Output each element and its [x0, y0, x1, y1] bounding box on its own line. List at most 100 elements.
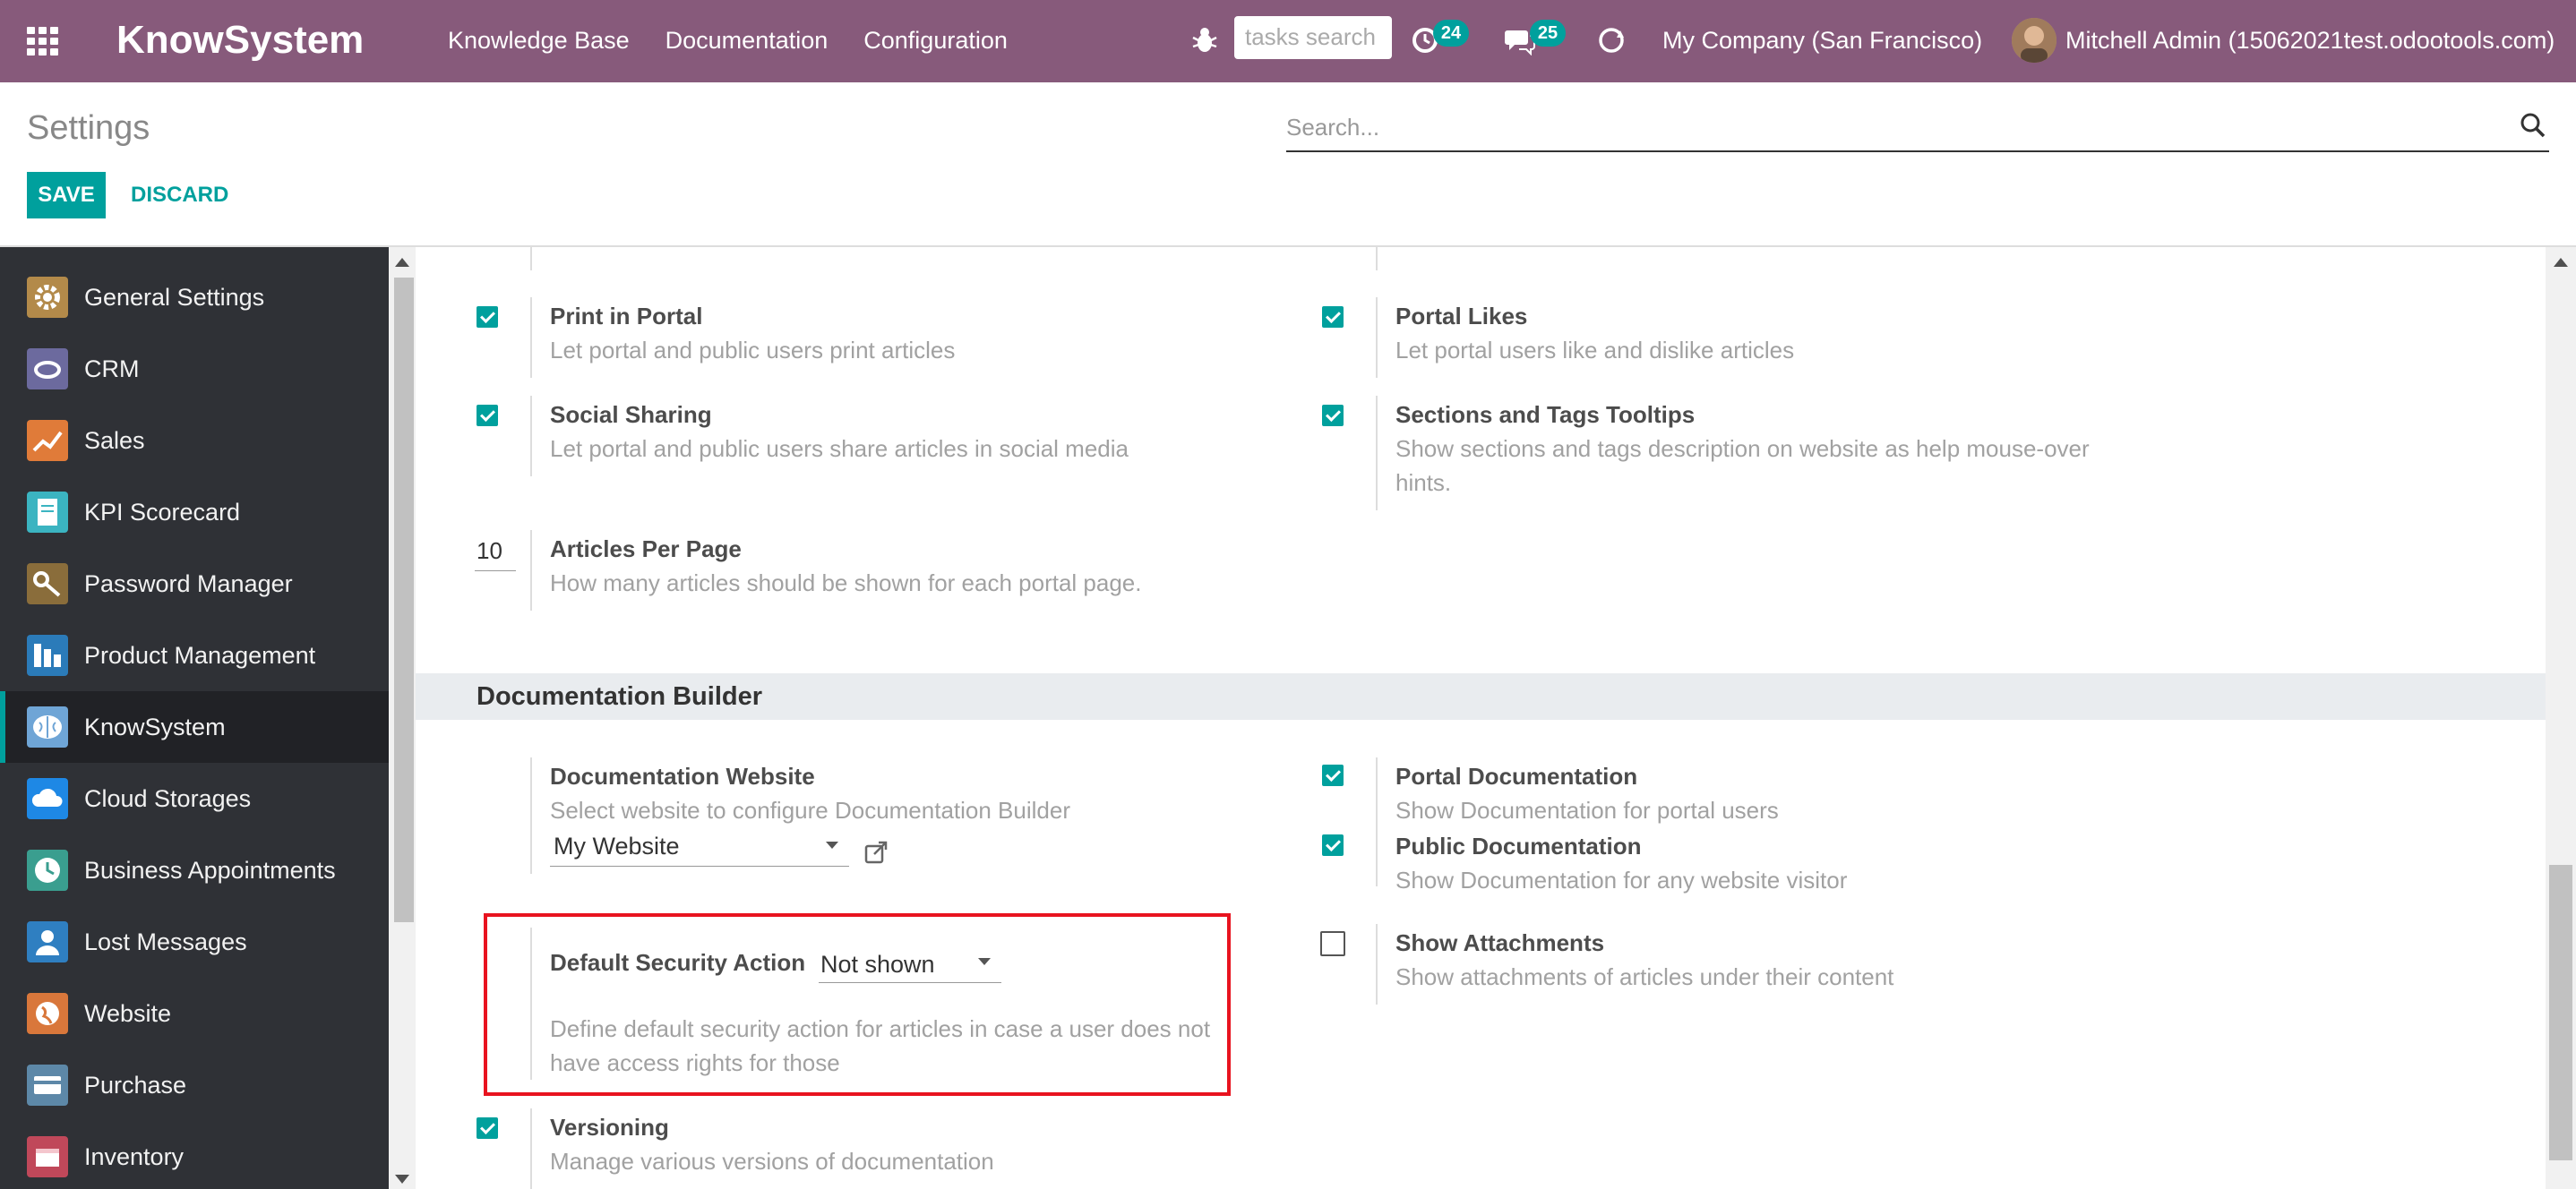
setting-divider [1376, 924, 1378, 1005]
doc-website-select[interactable]: My Website [550, 829, 849, 867]
search-icon[interactable] [2519, 111, 2547, 140]
setting-divider [530, 1108, 532, 1189]
sidebar-item-label: Website [84, 999, 172, 1027]
versioning-checkbox[interactable] [477, 1117, 498, 1139]
bug-icon[interactable] [1191, 25, 1218, 56]
page-title: Settings [27, 109, 150, 147]
portal-likes-title: Portal Likes [1395, 303, 1528, 329]
sidebar-item-label: KnowSystem [84, 713, 226, 740]
menu-knowledge-base[interactable]: Knowledge Base [448, 27, 630, 55]
settings-sidebar: General Settings CRM Sales KPI Scorecard… [0, 247, 389, 1189]
sidebar-item-password-manager[interactable]: Password Manager [0, 548, 389, 620]
external-link-icon[interactable] [863, 840, 889, 865]
attachments-desc: Show attachments of articles under their… [1395, 963, 1894, 990]
versioning-desc: Manage various versions of documentation [550, 1148, 994, 1175]
articles-per-page-title: Articles Per Page [550, 535, 742, 562]
discard-button[interactable]: DISCARD [131, 172, 228, 218]
sidebar-item-general-settings[interactable]: General Settings [0, 261, 389, 333]
sidebar-item-label: General Settings [84, 283, 265, 311]
portal-likes-desc: Let portal users like and dislike articl… [1395, 337, 1795, 364]
print-portal-checkbox[interactable] [477, 306, 498, 328]
product-icon [27, 635, 68, 676]
chevron-down-icon [826, 842, 838, 849]
sidebar-item-label: Business Appointments [84, 856, 336, 884]
sidebar-item-inventory[interactable]: Inventory [0, 1121, 389, 1189]
security-action-desc-line2: have access rights for those [550, 1049, 840, 1076]
sidebar-item-label: Product Management [84, 641, 316, 669]
chevron-down-icon [978, 958, 991, 965]
social-sharing-title: Social Sharing [550, 401, 712, 428]
sidebar-item-business-appointments[interactable]: Business Appointments [0, 834, 389, 906]
setting-divider [1376, 396, 1378, 510]
brain-icon [27, 706, 68, 748]
sidebar-item-label: Cloud Storages [84, 784, 252, 812]
key-icon [27, 563, 68, 604]
setting-divider [530, 757, 532, 874]
company-switcher[interactable]: My Company (San Francisco) [1662, 27, 1982, 55]
sidebar-item-cloud-storages[interactable]: Cloud Storages [0, 763, 389, 834]
security-action-desc-line1: Define default security action for artic… [550, 1015, 1211, 1042]
section-header: Documentation Builder [416, 673, 2546, 720]
left-scrollbar-thumb[interactable] [394, 278, 414, 922]
setting-divider [530, 396, 532, 476]
public-doc-checkbox[interactable] [1322, 834, 1344, 856]
articles-per-page-desc: How many articles should be shown for ea… [550, 569, 1142, 596]
sidebar-item-product-management[interactable]: Product Management [0, 620, 389, 691]
right-scrollbar-thumb[interactable] [2549, 865, 2572, 1160]
globe-icon [27, 993, 68, 1034]
setting-divider [1376, 247, 1378, 270]
print-portal-desc: Let portal and public users print articl… [550, 337, 956, 364]
security-action-value: Not shown [820, 951, 935, 978]
setting-divider [530, 928, 532, 1080]
apps-menu-icon[interactable] [27, 27, 59, 56]
attachments-checkbox[interactable] [1320, 931, 1345, 956]
versioning-title: Versioning [550, 1114, 669, 1141]
menu-configuration[interactable]: Configuration [863, 27, 1008, 55]
message-count-badge: 25 [1530, 20, 1566, 47]
sidebar-item-crm[interactable]: CRM [0, 333, 389, 405]
main-menu: Knowledge Base Documentation Configurati… [448, 27, 1008, 55]
tasks-search-input[interactable]: tasks search [1234, 16, 1392, 59]
doc-website-title: Documentation Website [550, 763, 815, 790]
chart-line-icon [27, 420, 68, 461]
user-avatar[interactable] [2012, 18, 2057, 63]
security-action-title: Default Security Action [550, 949, 806, 976]
public-doc-desc: Show Documentation for any website visit… [1395, 867, 1848, 894]
setting-divider [530, 530, 532, 611]
portal-doc-desc: Show Documentation for portal users [1395, 797, 1779, 824]
top-navbar: KnowSystem Knowledge Base Documentation … [0, 0, 2576, 82]
social-sharing-desc: Let portal and public users share articl… [550, 435, 1129, 462]
scroll-down-arrow-icon[interactable] [395, 1175, 409, 1184]
sidebar-item-purchase[interactable]: Purchase [0, 1049, 389, 1121]
gear-icon [27, 277, 68, 318]
sidebar-item-lost-messages[interactable]: Lost Messages [0, 906, 389, 978]
sidebar-item-label: CRM [84, 355, 140, 382]
portal-likes-checkbox[interactable] [1322, 306, 1344, 328]
menu-documentation[interactable]: Documentation [665, 27, 829, 55]
card-icon [27, 1065, 68, 1106]
clock-icon [27, 850, 68, 891]
sidebar-item-kpi-scorecard[interactable]: KPI Scorecard [0, 476, 389, 548]
sidebar-item-label: Inventory [84, 1142, 185, 1170]
articles-per-page-input[interactable]: 10 [475, 535, 516, 571]
tooltips-checkbox[interactable] [1322, 405, 1344, 426]
scorecard-icon [27, 492, 68, 533]
scroll-up-arrow-icon[interactable] [2554, 258, 2568, 267]
setting-divider [530, 297, 532, 378]
portal-doc-checkbox[interactable] [1322, 765, 1344, 786]
search-input[interactable] [1286, 109, 2486, 145]
sidebar-item-knowsystem[interactable]: KnowSystem [0, 691, 389, 763]
sidebar-item-website[interactable]: Website [0, 978, 389, 1049]
refresh-icon[interactable] [1596, 25, 1627, 56]
security-action-select[interactable]: Not shown [819, 945, 1001, 983]
scroll-up-arrow-icon[interactable] [395, 258, 409, 267]
user-menu[interactable]: Mitchell Admin (15062021test.odootools.c… [2065, 27, 2555, 55]
save-button[interactable]: SAVE [27, 172, 106, 218]
portal-doc-title: Portal Documentation [1395, 763, 1638, 790]
search-bar [1286, 109, 2549, 152]
sidebar-item-sales[interactable]: Sales [0, 405, 389, 476]
social-sharing-checkbox[interactable] [477, 405, 498, 426]
app-brand[interactable]: KnowSystem [116, 18, 364, 63]
sidebar-item-label: Sales [84, 426, 145, 454]
tooltips-title: Sections and Tags Tooltips [1395, 401, 1696, 428]
